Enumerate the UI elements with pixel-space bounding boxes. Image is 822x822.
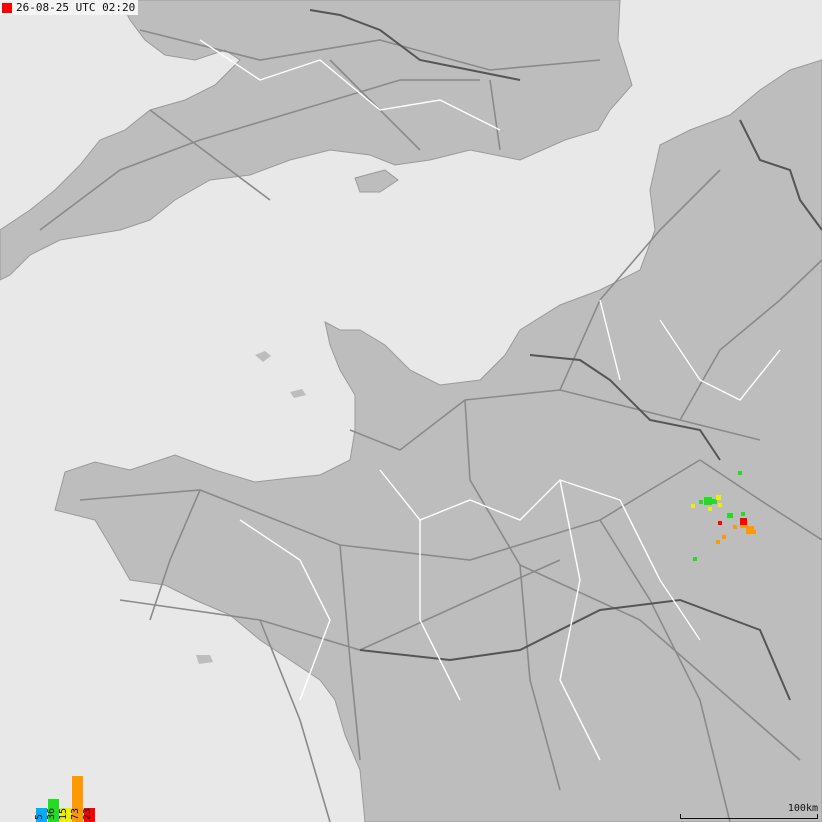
strike (699, 500, 703, 504)
status-marker-icon (2, 2, 12, 13)
strike (716, 495, 721, 500)
legend-bar: 23 (82, 807, 95, 822)
strike (708, 507, 712, 511)
strike (691, 504, 695, 508)
strike (733, 525, 737, 529)
strike (718, 521, 722, 525)
scale-line (680, 814, 818, 819)
strike (741, 512, 745, 516)
strike (693, 557, 697, 561)
strike (718, 503, 722, 507)
legend-count: 23 (82, 807, 93, 820)
strike (738, 471, 742, 475)
lightning-map[interactable] (0, 0, 822, 822)
timestamp-label: 26-08-25 UTC 02:20 (16, 1, 136, 14)
scale-label: 100km (787, 803, 818, 814)
legend-count: 73 (70, 807, 81, 820)
timestamp-header: 26-08-25 UTC 02:20 (0, 0, 139, 15)
strike (716, 540, 720, 544)
strike (752, 530, 756, 534)
strike (704, 497, 712, 505)
legend-count: 15 (58, 807, 69, 820)
legend-count: 36 (46, 807, 57, 820)
strike (740, 518, 747, 525)
strike-count-legend: 5 36 15 73 23 (34, 776, 95, 822)
scale-bar: 100km (680, 803, 818, 819)
strike (727, 513, 733, 518)
strike (722, 535, 726, 539)
legend-count: 5 (34, 813, 45, 820)
